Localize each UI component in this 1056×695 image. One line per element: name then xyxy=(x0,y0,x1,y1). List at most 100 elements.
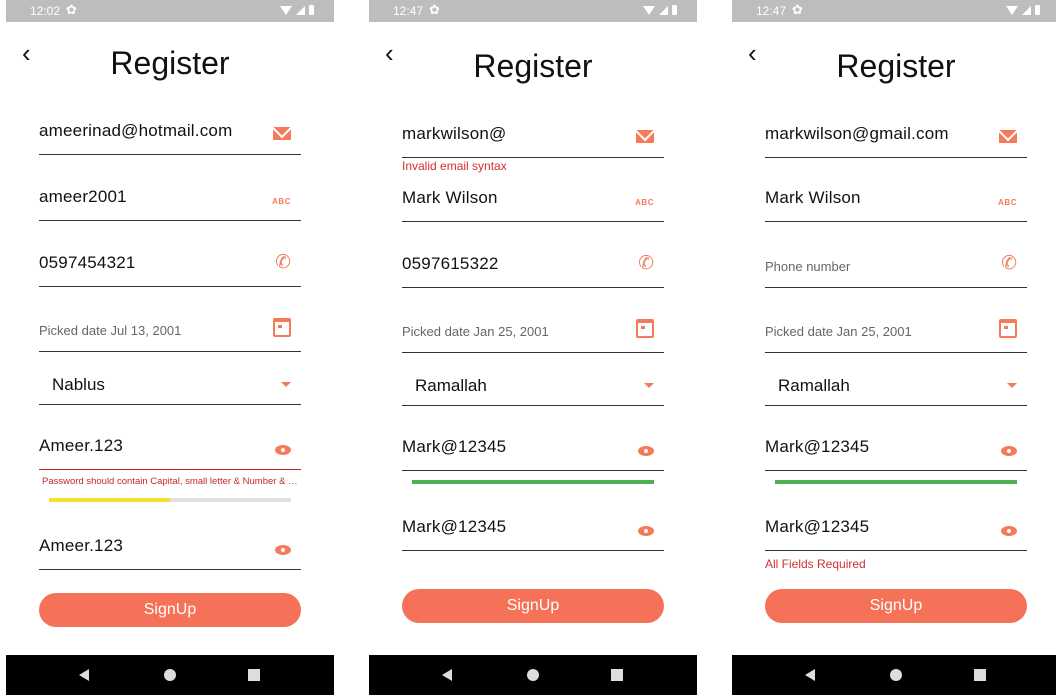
city-dropdown[interactable]: Nablus xyxy=(39,364,301,405)
signup-button[interactable]: SignUp xyxy=(39,593,301,627)
wifi-icon xyxy=(280,5,292,15)
phone-value: 0597454321 xyxy=(39,253,136,272)
phone-screen-3: 12:47 ✿ ‹ Register markwilson@gmail.com … xyxy=(732,0,1056,695)
password-field[interactable]: Ameer.123 xyxy=(39,425,301,470)
calendar-icon[interactable] xyxy=(636,319,654,338)
mail-icon xyxy=(636,130,654,143)
status-bar: 12:47 ✿ xyxy=(369,0,697,22)
email-field[interactable]: markwilson@ xyxy=(402,113,664,158)
phone-placeholder: Phone number xyxy=(765,259,851,274)
date-picker-field[interactable]: Picked date Jul 13, 2001 xyxy=(39,308,301,352)
password-strength-meter xyxy=(412,480,654,484)
eye-icon[interactable] xyxy=(1001,526,1017,536)
required-fields-error: All Fields Required xyxy=(765,557,866,571)
phone-screen-1: 12:02 ✿ ‹ Register ameerinad@hotmail.com… xyxy=(6,0,334,695)
password-error: Password should contain Capital, small l… xyxy=(42,476,302,487)
password-strength-meter xyxy=(775,480,1017,484)
username-value: Mark Wilson xyxy=(765,188,861,207)
system-nav-bar xyxy=(6,655,334,695)
abc-icon: ABC xyxy=(635,198,654,207)
battery-icon xyxy=(1035,5,1040,15)
email-value: ameerinad@hotmail.com xyxy=(39,121,233,140)
strength-meter-fill xyxy=(49,498,170,502)
date-value: Picked date Jan 25, 2001 xyxy=(402,324,549,339)
email-value: markwilson@gmail.com xyxy=(765,124,949,143)
username-field[interactable]: ameer2001 ABC xyxy=(39,176,301,221)
date-value: Picked date Jan 25, 2001 xyxy=(765,324,912,339)
nav-home-icon[interactable] xyxy=(527,669,539,681)
page-title: Register xyxy=(836,48,956,84)
nav-back-icon[interactable] xyxy=(805,669,815,681)
signup-button[interactable]: SignUp xyxy=(765,589,1027,623)
calendar-icon[interactable] xyxy=(999,319,1017,338)
eye-icon[interactable] xyxy=(275,445,291,455)
date-picker-field[interactable]: Picked date Jan 25, 2001 xyxy=(765,309,1027,353)
email-field[interactable]: markwilson@gmail.com xyxy=(765,113,1027,158)
status-bar: 12:02 ✿ xyxy=(6,0,334,22)
username-field[interactable]: Mark Wilson ABC xyxy=(765,177,1027,222)
password-field[interactable]: Mark@12345 xyxy=(402,426,664,471)
date-picker-field[interactable]: Picked date Jan 25, 2001 xyxy=(402,309,664,353)
city-value: Nablus xyxy=(52,375,105,394)
abc-icon: ABC xyxy=(998,198,1017,207)
battery-icon xyxy=(309,5,314,15)
city-value: Ramallah xyxy=(415,376,487,395)
wifi-icon xyxy=(1006,5,1018,15)
username-field[interactable]: Mark Wilson ABC xyxy=(402,177,664,222)
phone-field[interactable]: 0597454321 ✆ xyxy=(39,242,301,287)
confirm-password-value: Mark@12345 xyxy=(765,517,870,536)
signup-button[interactable]: SignUp xyxy=(402,589,664,623)
status-time: 12:47 xyxy=(756,4,787,18)
dropdown-arrow-icon xyxy=(281,382,291,387)
wifi-icon xyxy=(643,5,655,15)
nav-home-icon[interactable] xyxy=(890,669,902,681)
eye-icon[interactable] xyxy=(1001,446,1017,456)
city-dropdown[interactable]: Ramallah xyxy=(402,365,664,406)
confirm-password-field[interactable]: Mark@12345 xyxy=(402,506,664,551)
strength-meter-fill xyxy=(412,480,654,484)
gear-icon: ✿ xyxy=(792,2,803,17)
status-time: 12:47 xyxy=(393,4,424,18)
password-value: Mark@12345 xyxy=(765,437,870,456)
signal-icon xyxy=(1022,5,1031,15)
confirm-password-field[interactable]: Ameer.123 xyxy=(39,525,301,570)
system-nav-bar xyxy=(732,655,1056,695)
calendar-icon[interactable] xyxy=(273,318,291,337)
email-error: Invalid email syntax xyxy=(402,159,507,173)
gear-icon: ✿ xyxy=(429,2,440,17)
password-field[interactable]: Mark@12345 xyxy=(765,426,1027,471)
confirm-password-field[interactable]: Mark@12345 xyxy=(765,506,1027,551)
nav-back-icon[interactable] xyxy=(442,669,452,681)
email-field[interactable]: ameerinad@hotmail.com xyxy=(39,110,301,155)
phone-field[interactable]: Phone number ✆ xyxy=(765,243,1027,288)
gear-icon: ✿ xyxy=(66,2,77,17)
nav-recents-icon[interactable] xyxy=(248,669,260,681)
nav-recents-icon[interactable] xyxy=(974,669,986,681)
confirm-password-value: Mark@12345 xyxy=(402,517,507,536)
username-value: ameer2001 xyxy=(39,187,127,206)
password-value: Ameer.123 xyxy=(39,436,124,455)
phone-icon: ✆ xyxy=(1001,253,1017,274)
phone-field[interactable]: 0597615322 ✆ xyxy=(402,243,664,288)
city-value: Ramallah xyxy=(778,376,850,395)
status-time: 12:02 xyxy=(30,4,61,18)
page-title: Register xyxy=(110,45,230,81)
battery-icon xyxy=(672,5,677,15)
status-bar: 12:47 ✿ xyxy=(732,0,1056,22)
dropdown-arrow-icon xyxy=(1007,383,1017,388)
phone-icon: ✆ xyxy=(275,252,291,273)
eye-icon[interactable] xyxy=(275,545,291,555)
signal-icon xyxy=(296,5,305,15)
date-value: Picked date Jul 13, 2001 xyxy=(39,323,182,338)
mail-icon xyxy=(273,127,291,140)
nav-recents-icon[interactable] xyxy=(611,669,623,681)
dropdown-arrow-icon xyxy=(644,383,654,388)
password-strength-meter xyxy=(49,498,291,502)
page-title: Register xyxy=(473,48,593,84)
eye-icon[interactable] xyxy=(638,526,654,536)
phone-icon: ✆ xyxy=(638,253,654,274)
nav-home-icon[interactable] xyxy=(164,669,176,681)
city-dropdown[interactable]: Ramallah xyxy=(765,365,1027,406)
eye-icon[interactable] xyxy=(638,446,654,456)
nav-back-icon[interactable] xyxy=(79,669,89,681)
